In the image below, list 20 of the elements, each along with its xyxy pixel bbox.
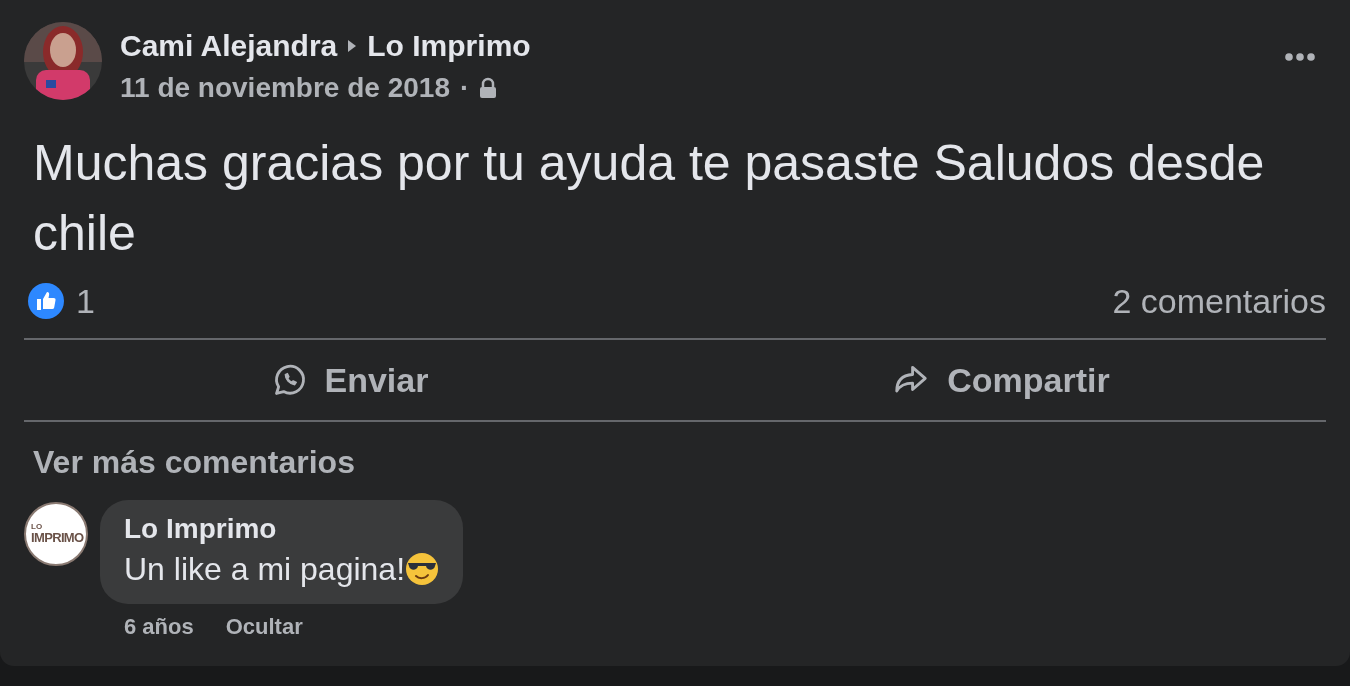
comments-count[interactable]: 2 comentarios bbox=[1112, 275, 1326, 327]
author-name[interactable]: Cami Alejandra bbox=[120, 22, 338, 70]
comment-author[interactable]: Lo Imprimo bbox=[124, 510, 440, 548]
like-icon bbox=[28, 283, 64, 319]
more-options-icon[interactable] bbox=[1284, 52, 1316, 62]
reaction-count[interactable]: 1 bbox=[76, 275, 95, 327]
hide-link[interactable]: Ocultar bbox=[225, 610, 303, 643]
post-date[interactable]: 11 de noviembre de 2018 bbox=[120, 70, 450, 106]
more-comments-link[interactable]: Ver más comentarios bbox=[33, 442, 355, 482]
lock-icon bbox=[479, 77, 498, 99]
page-name[interactable]: Lo Imprimo bbox=[367, 22, 531, 70]
comment-text: Un like a mi pagina! bbox=[124, 550, 406, 589]
page-logo: LO IMPRIMO bbox=[24, 502, 88, 566]
comment-time[interactable]: 6 años bbox=[124, 610, 194, 643]
send-button[interactable]: Enviar bbox=[24, 340, 675, 420]
separator-dot: · bbox=[459, 71, 470, 105]
share-button[interactable]: Compartir bbox=[675, 340, 1326, 420]
triangle-right-icon bbox=[347, 38, 358, 54]
post-text: Muchas gracias por tu ayuda te pasaste Saludos desde chile bbox=[33, 134, 1266, 263]
sunglasses-face-icon bbox=[405, 552, 440, 586]
